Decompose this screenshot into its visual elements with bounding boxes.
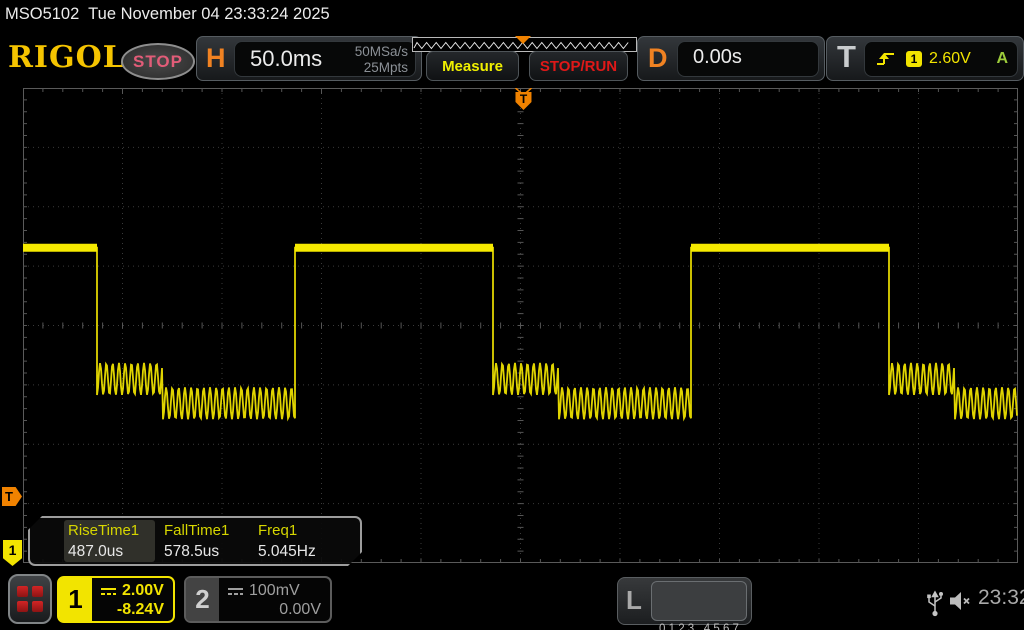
channel2-number: 2: [186, 578, 219, 621]
trigger-level-marker[interactable]: T: [2, 487, 22, 506]
scope-graticule-and-trace: T: [23, 88, 1018, 563]
trigger-sweep-mode: A: [996, 50, 1008, 68]
usb-status: [926, 585, 944, 622]
stop-run-button[interactable]: STOP/RUN: [529, 51, 628, 81]
trigger-source-badge: 1: [906, 51, 922, 67]
oscilloscope-screen: MSO5102 Tue November 04 23:33:24 2025 RI…: [0, 0, 1024, 630]
trigger-level-marker-label: T: [5, 489, 13, 504]
grid-menu-icon: [17, 586, 28, 597]
speaker-muted-icon: [948, 589, 974, 613]
trigger-level-value: 2.60V: [929, 50, 971, 68]
measurement-label: Freq1: [258, 522, 316, 539]
stop-run-button-label: STOP/RUN: [540, 58, 617, 75]
rigol-logo: RIGOL: [8, 40, 125, 75]
logic-row1: 0 1 2 3 4 5 6 7: [652, 621, 746, 630]
measure-button-label: Measure: [442, 58, 503, 75]
measurement-risetime: RiseTime1 487.0us: [68, 522, 139, 561]
channel2-offset: 0.00V: [279, 601, 321, 619]
datetime-text: Tue November 04 23:33:24 2025: [88, 5, 330, 23]
measurement-label: FallTime1: [164, 522, 229, 539]
measurement-value: 487.0us: [68, 543, 139, 561]
rising-edge-icon: [875, 50, 897, 68]
delay-panel[interactable]: D 0.00s: [637, 36, 825, 81]
dc-coupling-icon: [227, 586, 244, 597]
measure-button[interactable]: Measure: [426, 51, 519, 81]
timebase-value: 50.0ms: [250, 46, 322, 72]
grid-menu-icon: [17, 601, 28, 612]
sound-status[interactable]: [948, 589, 974, 618]
logic-channels-badge[interactable]: L 0 1 2 3 4 5 6 7 8 9 1011 12131415: [617, 577, 752, 625]
logic-label: L: [626, 585, 642, 616]
measurement-value: 578.5us: [164, 543, 229, 561]
channel1-scale: 2.00V: [122, 582, 164, 600]
waveform-plot[interactable]: T: [23, 88, 1018, 563]
measurement-panel[interactable]: RiseTime1 487.0us FallTime1 578.5us Freq…: [28, 516, 362, 566]
grid-menu-icon: [32, 601, 43, 612]
channel2-scale-row: 100mV: [227, 582, 300, 600]
svg-text:T: T: [520, 92, 528, 106]
top-bar-spacer: [79, 5, 88, 23]
ch1-position-marker-label: 1: [9, 542, 17, 558]
acquisition-status-label: STOP: [133, 52, 183, 72]
logic-channel-list: 0 1 2 3 4 5 6 7 8 9 1011 12131415: [651, 581, 747, 621]
channel2-badge[interactable]: 2 100mV 0.00V: [184, 576, 332, 623]
timebase-inset: 50.0ms 50MSa/s 25Mpts: [234, 41, 416, 77]
quick-menu-button[interactable]: [8, 574, 52, 624]
sample-rate: 50MSa/s: [355, 44, 408, 60]
dc-coupling-icon: [100, 586, 117, 597]
trigger-label: T: [837, 39, 856, 75]
top-status-bar: MSO5102 Tue November 04 23:33:24 2025: [5, 5, 330, 24]
usb-icon: [926, 585, 944, 617]
trigger-panel[interactable]: T 1 2.60V A: [826, 36, 1024, 81]
model-name: MSO5102: [5, 5, 79, 23]
measurement-freq: Freq1 5.045Hz: [258, 522, 316, 561]
delay-inset: 0.00s: [677, 41, 819, 77]
grid-menu-icon: [32, 586, 43, 597]
channel1-badge[interactable]: 1 2.00V -8.24V: [57, 576, 175, 623]
acquisition-status-badge: STOP: [121, 43, 195, 80]
horizontal-label: H: [206, 43, 226, 74]
channel1-number: 1: [59, 578, 92, 621]
preview-trigger-marker-icon[interactable]: [515, 36, 531, 44]
measurement-value: 5.045Hz: [258, 543, 316, 561]
horizontal-panel[interactable]: H 50.0ms 50MSa/s 25Mpts: [196, 36, 422, 81]
memory-depth: 25Mpts: [355, 60, 408, 76]
ch1-position-marker[interactable]: 1: [3, 540, 22, 566]
sample-rate-readout: 50MSa/s 25Mpts: [355, 44, 408, 75]
delay-value: 0.00s: [693, 46, 742, 69]
channel1-scale-row: 2.00V: [100, 582, 164, 600]
channel2-scale: 100mV: [249, 582, 300, 600]
delay-label: D: [648, 43, 668, 74]
clock-text: 23:32: [978, 586, 1024, 610]
trigger-inset: 1 2.60V A: [864, 41, 1018, 77]
measurement-label: RiseTime1: [68, 522, 139, 539]
measurement-falltime: FallTime1 578.5us: [164, 522, 229, 561]
channel1-offset: -8.24V: [117, 601, 164, 619]
